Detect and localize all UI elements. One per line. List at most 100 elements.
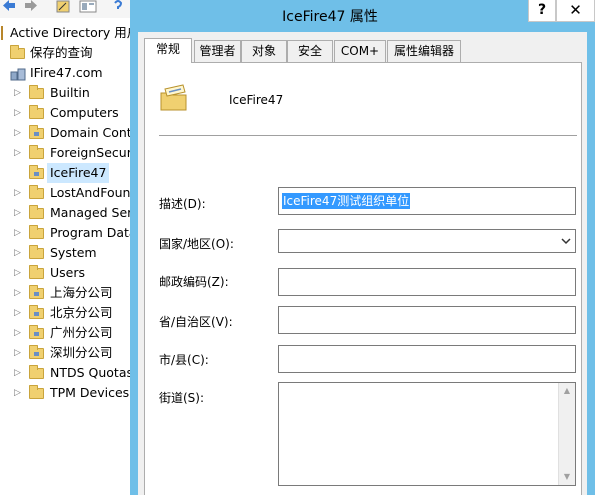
forward-arrow-icon[interactable] xyxy=(24,0,38,13)
tree-item-label: Builtin xyxy=(50,85,90,100)
expand-chevron-icon[interactable]: ▷ xyxy=(14,283,24,303)
tree-item[interactable]: ▷ 深圳分公司 xyxy=(0,343,131,363)
description-field[interactable]: IceFire47测试组织单位 xyxy=(278,187,576,215)
expand-chevron-icon[interactable]: ▷ xyxy=(14,223,24,243)
tree-item[interactable]: ▷ Domain Contr xyxy=(0,123,132,143)
city-field[interactable] xyxy=(278,345,576,373)
folder-icon xyxy=(29,85,44,99)
close-button[interactable]: ✕ xyxy=(556,0,595,22)
tree-item[interactable]: ▷ ForeignSecuri xyxy=(0,143,132,163)
tree-item-label: TPM Devices xyxy=(50,385,130,400)
root-marker xyxy=(1,26,3,40)
folder-icon xyxy=(29,225,44,239)
tree-item[interactable]: ▷ TPM Devices xyxy=(0,383,131,403)
scroll-up-icon[interactable]: ▲ xyxy=(559,383,575,399)
tree-item-domain[interactable]: IFire47.com xyxy=(0,63,131,83)
organizational-unit-icon xyxy=(159,83,189,113)
back-arrow-icon[interactable] xyxy=(2,0,16,13)
street-field[interactable]: ▲ ▼ xyxy=(278,382,576,486)
expand-chevron-icon[interactable]: ▷ xyxy=(14,303,24,323)
ou-name: IceFire47 xyxy=(229,93,284,107)
state-field[interactable] xyxy=(278,306,576,334)
tab-com-plus[interactable]: COM+ xyxy=(334,40,386,62)
tab-panel-general: IceFire47 描述(D): IceFire47测试组织单位 国家/地区(O… xyxy=(144,62,582,495)
dialog-titlebar[interactable]: IceFire47 属性 ? ✕ xyxy=(130,0,595,32)
tree-item-label: IceFire47 xyxy=(47,163,110,183)
organizational-unit-icon xyxy=(29,285,44,299)
help-icon[interactable] xyxy=(113,0,123,13)
tree-item[interactable]: ▷ NTDS Quotas xyxy=(0,363,132,383)
tree-item-label: ForeignSecuri xyxy=(50,145,132,160)
state-label: 省/自治区(V): xyxy=(159,315,233,329)
tree-item-label: Program Data xyxy=(50,225,132,240)
organizational-unit-icon xyxy=(29,305,44,319)
description-value: IceFire47测试组织单位 xyxy=(282,193,411,209)
console-tree-icon[interactable] xyxy=(79,0,97,13)
tree-item[interactable]: IceFire47 xyxy=(0,163,131,183)
tree-item[interactable]: ▷ System xyxy=(0,243,131,263)
expand-chevron-icon[interactable]: ▷ xyxy=(14,323,24,343)
folder-icon xyxy=(29,265,44,279)
tree-item-label: 上海分公司 xyxy=(50,285,113,300)
postal-code-label: 邮政编码(Z): xyxy=(159,275,229,289)
tree-item-label: IFire47.com xyxy=(30,65,103,80)
tab-managed-by[interactable]: 管理者 xyxy=(194,40,241,62)
postal-code-field[interactable] xyxy=(278,268,576,296)
help-button[interactable]: ? xyxy=(528,0,556,22)
tree-item-label: 保存的查询 xyxy=(30,45,93,60)
organizational-unit-icon xyxy=(29,165,44,179)
expand-chevron-icon[interactable]: ▷ xyxy=(14,123,24,143)
city-label: 市/县(C): xyxy=(159,353,209,367)
country-select[interactable] xyxy=(278,229,576,253)
tree-toolbar xyxy=(0,0,131,18)
expand-chevron-icon[interactable]: ▷ xyxy=(14,143,24,163)
properties-dialog: IceFire47 属性 ? ✕ 常规 管理者 对象 安全 COM+ 属性编辑器… xyxy=(130,0,595,495)
expand-chevron-icon[interactable]: ▷ xyxy=(14,203,24,223)
tree-item[interactable]: ▷ LostAndFound xyxy=(0,183,132,203)
separator xyxy=(159,135,577,136)
expand-chevron-icon[interactable]: ▷ xyxy=(14,343,24,363)
tree-item-saved-queries[interactable]: 保存的查询 xyxy=(0,43,131,63)
expand-chevron-icon[interactable]: ▷ xyxy=(14,263,24,283)
tree-item[interactable]: ▷ Users xyxy=(0,263,131,283)
scroll-down-icon[interactable]: ▼ xyxy=(559,469,575,485)
tree-root-active-directory[interactable]: Active Directory 用户 xyxy=(0,23,132,43)
tree-item-label: NTDS Quotas xyxy=(50,365,132,380)
tree-item-label: Users xyxy=(50,265,86,280)
tree-item-label: Computers xyxy=(50,105,119,120)
expand-chevron-icon[interactable]: ▷ xyxy=(14,243,24,263)
tree-root-label: Active Directory 用户 xyxy=(10,25,132,40)
tab-general[interactable]: 常规 xyxy=(144,38,192,63)
description-label: 描述(D): xyxy=(159,197,206,211)
tab-security[interactable]: 安全 xyxy=(287,40,333,62)
tree-item-label: Managed Ser xyxy=(50,205,132,220)
edit-icon[interactable] xyxy=(56,0,70,13)
tree-item[interactable]: ▷ 广州分公司 xyxy=(0,323,131,343)
tree-item[interactable]: ▷ Builtin xyxy=(0,83,131,103)
tree-pane: Active Directory 用户 保存的查询 IFire47.com ▷ B… xyxy=(0,0,132,495)
dialog-client-area: 常规 管理者 对象 安全 COM+ 属性编辑器 IceFire47 描述(D):… xyxy=(138,32,587,495)
tree-item[interactable]: ▷ 北京分公司 xyxy=(0,303,131,323)
tree-item-label: Domain Contr xyxy=(50,125,132,140)
tree-item[interactable]: ▷ Program Data xyxy=(0,223,132,243)
tab-object[interactable]: 对象 xyxy=(241,40,287,62)
folder-icon xyxy=(29,205,44,219)
tree-item-label: 北京分公司 xyxy=(50,305,113,320)
tab-attribute-editor[interactable]: 属性编辑器 xyxy=(387,40,461,62)
folder-icon xyxy=(29,185,44,199)
folder-icon xyxy=(29,145,44,159)
country-label: 国家/地区(O): xyxy=(159,237,234,251)
expand-chevron-icon[interactable]: ▷ xyxy=(14,183,24,203)
folder-icon xyxy=(29,245,44,259)
folder-icon xyxy=(29,385,44,399)
tree-item[interactable]: ▷ Managed Ser xyxy=(0,203,132,223)
expand-chevron-icon[interactable]: ▷ xyxy=(14,83,24,103)
street-scrollbar[interactable]: ▲ ▼ xyxy=(558,383,575,485)
tree-item[interactable]: ▷ Computers xyxy=(0,103,131,123)
tree-item-label: LostAndFound xyxy=(50,185,132,200)
expand-chevron-icon[interactable]: ▷ xyxy=(14,103,24,123)
expand-chevron-icon[interactable]: ▷ xyxy=(14,363,24,383)
tree-item[interactable]: ▷ 上海分公司 xyxy=(0,283,131,303)
tree-item-label: 广州分公司 xyxy=(50,325,113,340)
expand-chevron-icon[interactable]: ▷ xyxy=(14,383,24,403)
